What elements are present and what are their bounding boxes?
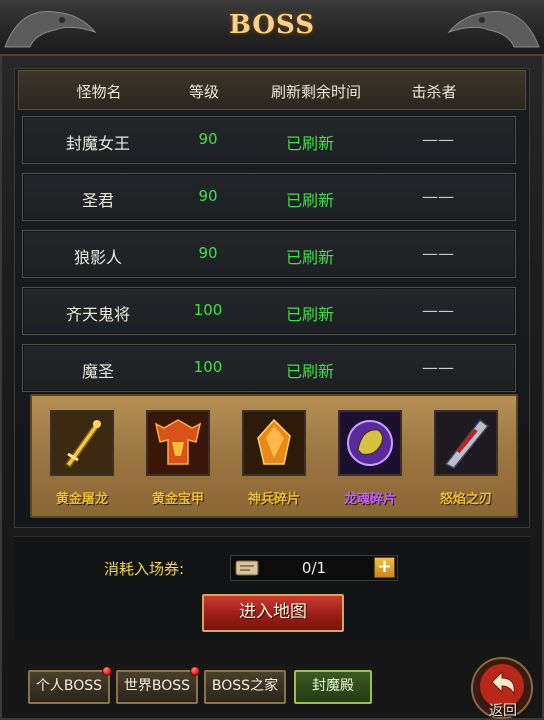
- killer-name: ——: [422, 130, 454, 149]
- tab-world-boss[interactable]: 世界BOSS: [116, 670, 198, 704]
- header-monster-name: 怪物名: [76, 83, 122, 101]
- reward-name: 神兵碎片: [247, 492, 300, 507]
- golden-dragon-sword-icon: [52, 412, 112, 474]
- reward-name: 黄金宝甲: [151, 492, 204, 507]
- reward-name: 龙魂碎片: [343, 492, 396, 507]
- tab-sealed-demon-hall[interactable]: 封魔殿: [294, 670, 372, 704]
- killer-name: ——: [422, 244, 454, 263]
- table-row[interactable]: 魔圣 100 已刷新 ——: [22, 344, 516, 392]
- item-slot[interactable]: [50, 410, 114, 476]
- dragon-soul-fragment-icon: [340, 412, 400, 474]
- ticket-scroll-icon: [235, 560, 259, 576]
- respawn-status: 已刷新: [285, 134, 334, 153]
- boss-level: 90: [198, 187, 218, 205]
- respawn-status: 已刷新: [285, 305, 334, 324]
- title-bar: BOSS: [0, 0, 544, 56]
- table-header: 怪物名 等级 刷新剩余时间 击杀者: [18, 70, 526, 110]
- enter-map-button[interactable]: 进入地图: [202, 594, 344, 632]
- notification-badge: [190, 666, 200, 676]
- respawn-status: 已刷新: [285, 248, 334, 267]
- table-row[interactable]: 圣君 90 已刷新 ——: [22, 173, 516, 221]
- ticket-count: 0/1: [301, 559, 327, 577]
- item-slot[interactable]: [242, 410, 306, 476]
- boss-name: 齐天鬼将: [65, 305, 130, 324]
- item-slot[interactable]: [338, 410, 402, 476]
- reward-item[interactable]: 神兵碎片: [238, 410, 310, 514]
- header-level: 等级: [188, 83, 219, 101]
- weapon-fragment-icon: [244, 412, 304, 474]
- respawn-status: 已刷新: [285, 362, 334, 381]
- boss-level: 100: [193, 301, 223, 319]
- header-killer: 击杀者: [411, 83, 457, 101]
- header-respawn-time: 刷新剩余时间: [270, 83, 361, 101]
- boss-name: 狼影人: [73, 248, 122, 267]
- add-ticket-button[interactable]: +: [374, 557, 395, 578]
- reward-name: 怒焰之刃: [439, 492, 492, 507]
- boss-level: 100: [193, 358, 223, 376]
- boss-name: 魔圣: [81, 362, 114, 381]
- boss-name: 封魔女王: [65, 134, 130, 153]
- reward-name: 黄金屠龙: [55, 492, 108, 507]
- window-title: BOSS: [228, 10, 316, 40]
- killer-name: ——: [422, 187, 454, 206]
- reward-item[interactable]: 黄金宝甲: [142, 410, 214, 514]
- reward-item[interactable]: 怒焰之刃: [430, 410, 502, 514]
- table-row[interactable]: 狼影人 90 已刷新 ——: [22, 230, 516, 278]
- golden-armor-icon: [148, 412, 208, 474]
- killer-name: ——: [422, 301, 454, 320]
- return-label: 返回: [489, 703, 517, 719]
- flame-blade-icon: [436, 412, 496, 474]
- item-slot[interactable]: [146, 410, 210, 476]
- respawn-status: 已刷新: [285, 191, 334, 210]
- boss-level: 90: [198, 244, 218, 262]
- tab-personal-boss[interactable]: 个人BOSS: [28, 670, 110, 704]
- reward-item[interactable]: 黄金屠龙: [46, 410, 118, 514]
- notification-badge: [102, 666, 112, 676]
- boss-name: 圣君: [81, 191, 114, 210]
- reward-item[interactable]: 龙魂碎片: [334, 410, 406, 514]
- tab-boss-home[interactable]: BOSS之家: [204, 670, 286, 704]
- table-row[interactable]: 封魔女王 90 已刷新 ——: [22, 116, 516, 164]
- consume-ticket-label: 消耗入场券:: [104, 560, 185, 578]
- item-slot[interactable]: [434, 410, 498, 476]
- boss-level: 90: [198, 130, 218, 148]
- reward-drops-panel: 黄金屠龙 黄金宝甲 神兵碎片 龙魂碎片 怒焰之刃: [30, 394, 518, 518]
- table-row[interactable]: 齐天鬼将 100 已刷新 ——: [22, 287, 516, 335]
- killer-name: ——: [422, 358, 454, 377]
